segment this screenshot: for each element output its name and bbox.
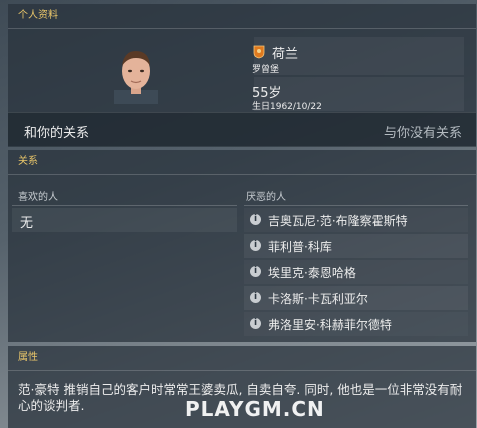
disliked-person-name[interactable]: 吉奥瓦尼·范·布隆察霍斯特 [268,212,408,229]
nationality: 荷兰 [272,47,299,62]
liked-person-name: 无 [20,216,34,231]
disliked-person-name[interactable]: 卡洛斯·卡瓦利亚尔 [268,290,368,307]
disliked-person-name[interactable]: 弗洛里安·科赫菲尔德特 [268,316,392,333]
info-icon[interactable]: i [250,214,261,225]
attributes-section-title: 属性 [8,346,476,371]
disliked-header: 厌恶的人 [246,192,286,203]
disliked-list-item[interactable]: i 卡洛斯·卡瓦利亚尔 [244,286,468,310]
profile-section-title: 个人资料 [8,4,476,29]
info-icon[interactable]: i [250,240,261,251]
nation-flag-icon [253,45,265,59]
disliked-list-item[interactable]: i 弗洛里安·科赫菲尔德特 [244,312,468,336]
disliked-list-item[interactable]: i 菲利普·科库 [244,234,468,258]
birth-date: 生日1962/10/22 [252,102,322,112]
relationship-label: 和你的关系 [24,126,90,141]
staff-portrait [114,51,158,104]
info-icon[interactable]: i [250,266,261,277]
disliked-person-name[interactable]: 菲利普·科库 [268,238,332,255]
relationship-value: 与你没有关系 [383,126,462,141]
info-icon[interactable]: i [250,292,261,303]
liked-header: 喜欢的人 [18,192,58,203]
relations-section-title: 关系 [8,150,476,175]
disliked-list-item[interactable]: i 埃里克·泰恩哈格 [244,260,468,284]
profile-panel: 个人资料 荷兰 罗曾堡 55岁 生日1962/10/22 和你的关系 与你没有关… [8,4,476,147]
disliked-list-item[interactable]: i 吉奥瓦尼·范·布隆察霍斯特 [244,208,468,232]
relations-panel: 关系 喜欢的人 厌恶的人 无 i 吉奥瓦尼·范·布隆察霍斯特 i 菲利普·科库 … [8,150,476,342]
watermark: PLAYGM.CN [185,397,325,421]
disliked-person-name[interactable]: 埃里克·泰恩哈格 [268,264,356,281]
info-icon[interactable]: i [250,318,261,329]
liked-list-item: 无 [12,208,237,232]
club-name[interactable]: 罗曾堡 [252,62,279,75]
relationship-row: 和你的关系 与你没有关系 [8,112,476,147]
